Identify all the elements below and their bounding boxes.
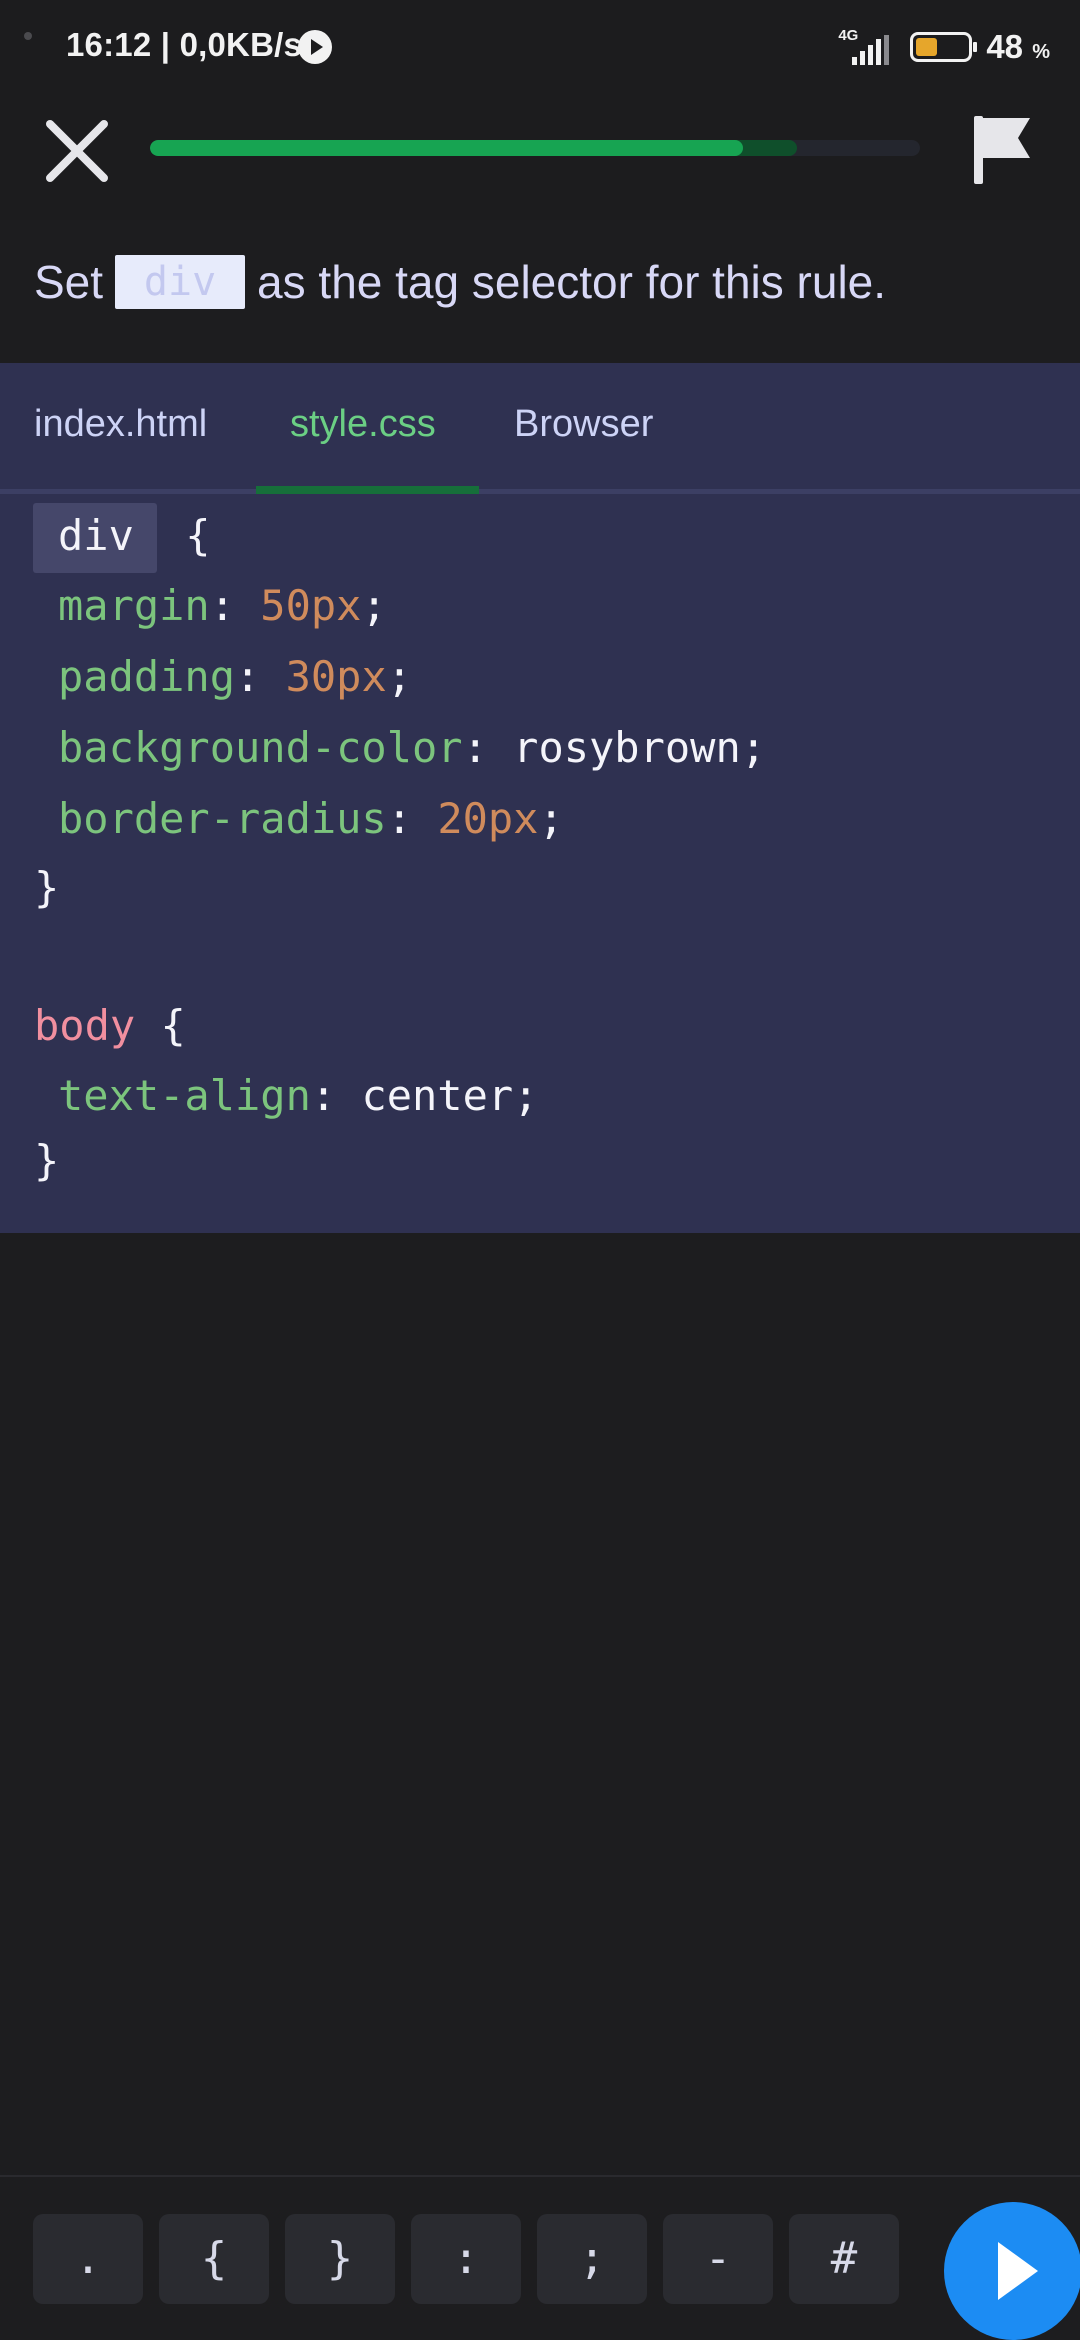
close-button[interactable] [40, 114, 114, 188]
symbol-keyboard: . { } : ; - # [0, 2175, 1080, 2340]
status-bar: 16:12 | 0,0KB/s 4G 48 % [0, 0, 1080, 76]
code-line: border-radius: 20px; [58, 794, 564, 843]
lesson-header [0, 76, 1080, 220]
battery-icon [910, 32, 978, 62]
key-close-brace[interactable]: } [285, 2214, 395, 2304]
code-line: padding: 30px; [58, 652, 413, 701]
key-period[interactable]: . [33, 2214, 143, 2304]
instruction-suffix: as the tag selector for this rule. [257, 256, 887, 308]
code-value: 50px [260, 581, 362, 630]
key-colon[interactable]: : [411, 2214, 521, 2304]
report-button[interactable] [968, 110, 1038, 190]
code-line: body { [34, 1001, 186, 1050]
code-property: border-radius [58, 794, 387, 843]
run-button[interactable] [944, 2202, 1080, 2340]
status-time-speed: 16:12 | 0,0KB/s [66, 26, 303, 63]
code-line: } [34, 1136, 60, 1185]
code-line: margin: 50px; [58, 581, 387, 630]
screen: 16:12 | 0,0KB/s 4G 48 % Set div as the t… [0, 0, 1080, 2340]
code-brace: { [160, 511, 211, 560]
signal-icon: 4G [838, 27, 896, 67]
camera-dot [24, 32, 32, 40]
code-selector: body [34, 1001, 136, 1050]
tab-browser[interactable]: Browser [514, 403, 653, 446]
instruction-prefix: Set [34, 256, 104, 308]
code-selector: div [58, 511, 134, 560]
tab-index-html[interactable]: index.html [34, 403, 207, 446]
code-property: background-color [58, 723, 463, 772]
lesson-progress-bar [150, 140, 920, 156]
code-value: rosybrown [513, 723, 741, 772]
code-line: div { [0, 503, 211, 573]
status-icons: 4G 48 % [838, 22, 1050, 72]
flag-icon [974, 116, 1030, 184]
key-open-brace[interactable]: { [159, 2214, 269, 2304]
play-icon [298, 30, 332, 64]
code-value: 20px [437, 794, 539, 843]
code-editor-panel: index.html style.css Browser div { margi… [0, 363, 1080, 1233]
key-semicolon[interactable]: ; [537, 2214, 647, 2304]
code-property: margin [58, 581, 210, 630]
answer-blank[interactable]: div [115, 255, 246, 309]
code-line: } [34, 863, 60, 912]
active-tab-indicator [256, 486, 479, 494]
close-icon [46, 120, 108, 182]
editor-tabs: index.html style.css Browser [0, 363, 1080, 494]
code-line: background-color: rosybrown; [58, 723, 767, 772]
key-hyphen[interactable]: - [663, 2214, 773, 2304]
battery-percent: 48 % [986, 28, 1050, 65]
tab-style-css[interactable]: style.css [290, 403, 436, 446]
code-property: text-align [58, 1071, 311, 1120]
battery-level [916, 38, 938, 56]
code-property: padding [58, 652, 236, 701]
code-value: 30px [285, 652, 387, 701]
code-value: center [361, 1071, 514, 1120]
code-line: text-align: center; [58, 1071, 539, 1120]
instruction-text: Set div as the tag selector for this rul… [34, 255, 1054, 309]
progress-fill [150, 140, 743, 156]
key-hash[interactable]: # [789, 2214, 899, 2304]
